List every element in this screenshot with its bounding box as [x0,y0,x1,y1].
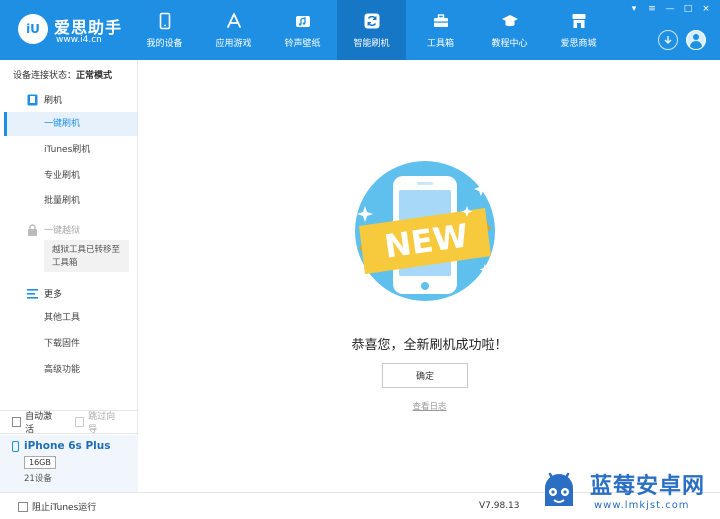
sidebar-item-advanced[interactable]: 高级功能 [4,358,137,382]
auto-activate-label: 自动激活 [25,412,53,435]
nav-label: 我的设备 [146,38,183,49]
connection-status: 设备连接状态：正常模式 [13,68,112,81]
close-button[interactable]: × [700,4,712,14]
section-more-label: 更多 [44,290,63,300]
skip-guide-label: 跳过向导 [88,412,116,435]
main-nav: 我的设备 应用游戏 铃声壁纸 智能刷机 工具箱 教程中心 爱思商城 [130,0,613,60]
app-store-icon [225,12,243,30]
success-message: 恭喜您，全新刷机成功啦！ [351,338,508,353]
ringtone-icon [294,12,312,30]
avatar-head [693,34,699,40]
flash-success-illustration: NEW [355,161,495,301]
phone-flash-icon [26,94,38,106]
shop-icon [570,12,588,30]
device-capacity: 16GB [24,456,56,469]
sidebar-item-itunes-flash[interactable]: iTunes刷机 [4,138,137,162]
device-name: iPhone 6s Plus [12,440,138,452]
minimize-button[interactable]: — [664,4,676,14]
download-button[interactable] [658,30,678,50]
section-jailbreak: 一键越狱 [26,223,80,236]
toolbox-icon [432,12,450,30]
sidebar-item-pro-flash[interactable]: 专业刷机 [4,164,137,188]
section-more: 更多 [26,287,62,300]
refresh-icon [363,12,381,30]
nav-label: 爱思商城 [560,38,597,49]
nav-label: 应用游戏 [215,38,252,49]
block-itunes-checkbox[interactable] [18,501,28,512]
nav-shop[interactable]: 爱思商城 [544,0,613,60]
nav-label: 智能刷机 [353,38,390,49]
avatar-body [690,41,702,49]
watermark-title: 蓝莓安卓网 [590,474,706,499]
nav-my-device[interactable]: 我的设备 [130,0,199,60]
user-avatar[interactable] [686,30,706,50]
section-jailbreak-label: 一键越狱 [44,226,81,236]
sidebar-item-other-tools[interactable]: 其他工具 [4,306,137,330]
nav-label: 铃声壁纸 [284,38,321,49]
sidebar-item-batch-flash[interactable]: 批量刷机 [4,189,137,213]
watermark-url: www.lmkjst.com [594,500,690,511]
download-icon [664,36,672,44]
main-panel: NEW 恭喜您，全新刷机成功啦！ 确定 查看日志 [139,60,720,492]
lock-icon [26,223,38,236]
watermark: 蓝莓安卓网 www.lmkjst.com [536,464,720,519]
nav-toolbox[interactable]: 工具箱 [406,0,475,60]
top-header: iU 爱思助手 www.i4.cn 我的设备 应用游戏 铃声壁纸 智能刷机 工具… [0,0,720,60]
version-label: V7.98.13 [479,501,520,511]
iphone-icon [12,440,19,452]
maximize-button[interactable]: □ [682,4,694,14]
menu-lines-icon [26,288,38,300]
sidebar: 设备连接状态：正常模式 刷机 一键刷机 iTunes刷机 专业刷机 批量刷机 一… [0,60,138,492]
section-flash-label: 刷机 [44,96,63,106]
section-flash: 刷机 [26,93,62,106]
skin-button[interactable]: ▾ [628,4,640,14]
status-label: 设备连接状态： [13,71,77,81]
view-log-link[interactable]: 查看日志 [139,400,720,412]
brand-url: www.i4.cn [56,35,102,45]
blueberry-android-logo-icon [545,472,573,506]
sidebar-item-one-click-flash[interactable]: 一键刷机 [4,112,137,136]
nav-apps-games[interactable]: 应用游戏 [199,0,268,60]
auto-activate-checkbox[interactable] [12,417,22,427]
device-count: 21设备 [24,474,52,484]
skip-guide-option[interactable]: 跳过向导 [75,409,120,435]
connected-device[interactable]: iPhone 6s Plus 16GB 21设备 [0,435,138,492]
window-controls: ▾ ≡ — □ × [628,4,712,14]
nav-tutorials[interactable]: 教程中心 [475,0,544,60]
status-value: 正常模式 [76,71,113,81]
nav-label: 教程中心 [491,38,528,49]
sidebar-item-download-firmware[interactable]: 下载固件 [4,332,137,356]
nav-label: 工具箱 [426,38,454,49]
brand-logo: iU [18,14,48,44]
auto-activate-option[interactable]: 自动激活 [12,409,57,435]
device-name-label: iPhone 6s Plus [24,440,111,452]
jailbreak-notice: 越狱工具已转移至工具箱 [44,240,129,272]
phone-icon [156,12,174,30]
block-itunes-label: 阻止iTunes运行 [32,503,97,513]
confirm-button[interactable]: 确定 [382,363,468,388]
nav-smart-flash[interactable]: 智能刷机 [337,0,406,60]
skip-guide-checkbox[interactable] [75,417,85,427]
menu-button[interactable]: ≡ [646,4,658,14]
graduation-cap-icon [501,12,519,30]
block-itunes-option[interactable]: 阻止iTunes运行 [18,500,96,513]
nav-ringtones-wallpapers[interactable]: 铃声壁纸 [268,0,337,60]
sidebar-options: 自动激活 跳过向导 [0,409,138,435]
